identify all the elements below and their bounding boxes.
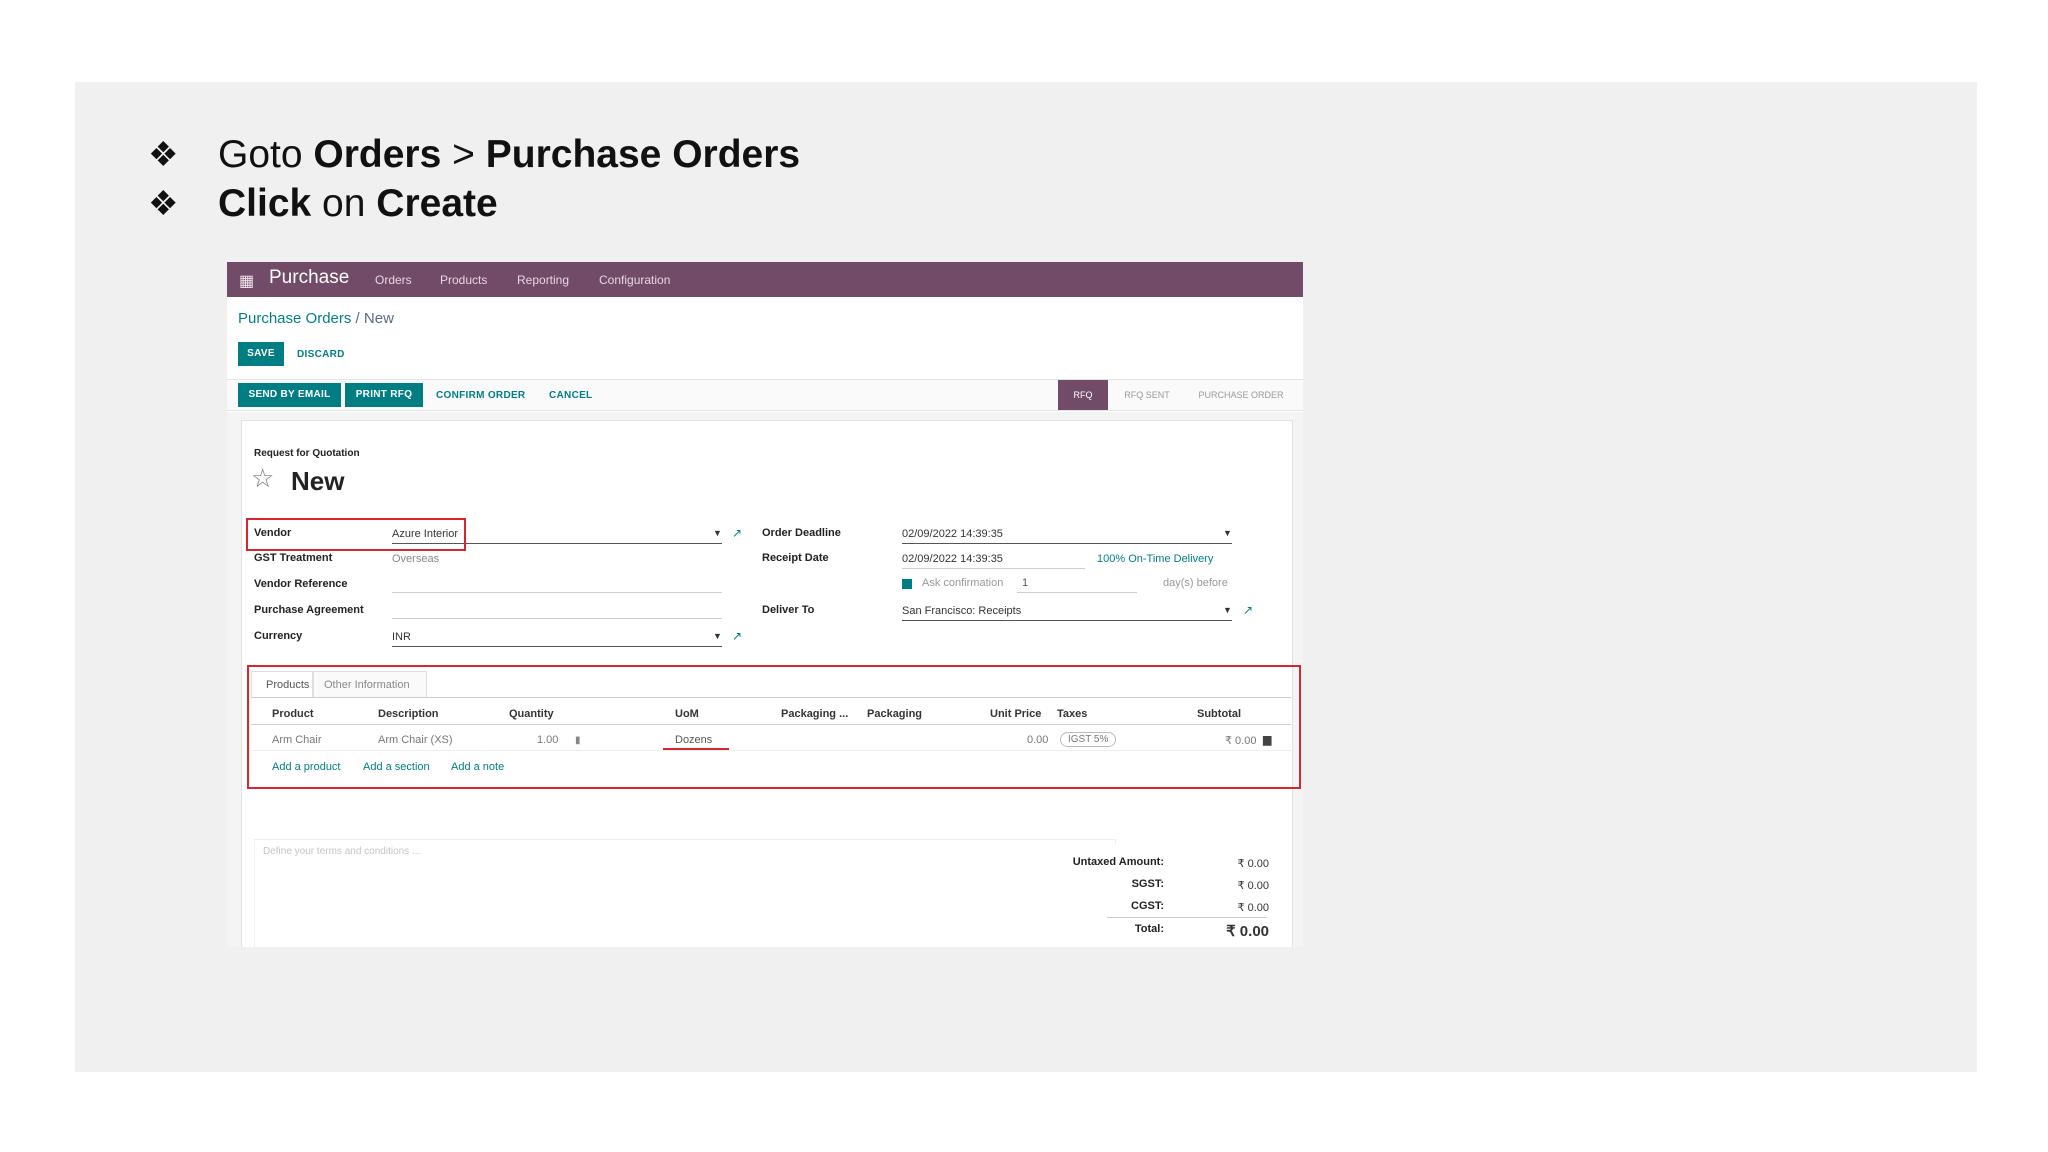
discard-button[interactable]: DISCARD xyxy=(297,349,345,360)
cgst-value: ₹ 0.00 xyxy=(1237,902,1269,914)
diamond-bullet-icon: ❖ xyxy=(148,135,179,174)
order-deadline-label: Order Deadline xyxy=(762,527,841,539)
menu-orders[interactable]: Orders xyxy=(375,273,412,287)
ask-confirmation-days[interactable]: 1 xyxy=(1022,577,1028,589)
receipt-date-underline xyxy=(902,568,1085,569)
breadcrumb-separator: / xyxy=(351,310,364,327)
receipt-date-field[interactable]: 02/09/2022 14:39:35 xyxy=(902,553,1003,565)
deliver-to-field[interactable]: San Francisco: Receipts xyxy=(902,605,1021,617)
save-button[interactable]: SAVE xyxy=(238,342,284,366)
currency-label: Currency xyxy=(254,630,303,642)
instruction-keyword: Click xyxy=(218,181,312,225)
ask-confirmation-label: Ask confirmation xyxy=(922,577,1004,589)
instruction-1: ❖ Goto Orders > Purchase Orders xyxy=(148,130,800,179)
purchase-agreement-field[interactable] xyxy=(392,618,722,619)
currency-dropdown-icon[interactable]: ▼ xyxy=(713,631,722,641)
print-rfq-button[interactable]: PRINT RFQ xyxy=(345,383,423,407)
instruction-keyword: Orders xyxy=(313,132,442,176)
status-bar: SEND BY EMAIL PRINT RFQ CONFIRM ORDER CA… xyxy=(227,379,1303,411)
menu-products[interactable]: Products xyxy=(440,273,487,287)
cancel-button[interactable]: CANCEL xyxy=(549,390,592,401)
diamond-bullet-icon: ❖ xyxy=(148,184,179,223)
untaxed-amount-label: Untaxed Amount: xyxy=(1072,856,1164,868)
untaxed-amount-value: ₹ 0.00 xyxy=(1237,858,1269,870)
breadcrumb: Purchase Orders / New xyxy=(238,310,394,327)
instruction-keyword: Purchase Orders xyxy=(485,132,801,176)
terms-textarea[interactable]: Define your terms and conditions ... xyxy=(254,839,1116,947)
on-time-delivery-badge[interactable]: 100% On-Time Delivery xyxy=(1097,553,1213,565)
record-title: New xyxy=(291,466,345,496)
order-deadline-underline xyxy=(902,543,1232,544)
top-navbar: ▦ Purchase Orders Products Reporting Con… xyxy=(227,262,1303,297)
currency-field[interactable]: INR xyxy=(392,631,411,643)
order-deadline-field[interactable]: 02/09/2022 14:39:35 xyxy=(902,528,1003,540)
form-subtitle: Request for Quotation xyxy=(254,448,360,459)
vendor-external-link-icon[interactable]: ↗ xyxy=(732,526,742,540)
total-label: Total: xyxy=(1134,923,1164,935)
deliver-to-external-link-icon[interactable]: ↗ xyxy=(1243,603,1253,617)
odoo-screenshot: ▦ Purchase Orders Products Reporting Con… xyxy=(227,262,1303,947)
vendor-highlight-box xyxy=(246,518,466,551)
total-value: ₹ 0.00 xyxy=(1226,923,1269,940)
sgst-label: SGST: xyxy=(1131,878,1164,890)
breadcrumb-parent[interactable]: Purchase Orders xyxy=(238,310,351,327)
menu-reporting[interactable]: Reporting xyxy=(517,273,569,287)
currency-underline xyxy=(392,646,722,647)
stage-rfq-sent[interactable]: RFQ SENT xyxy=(1112,380,1182,410)
vendor-reference-field[interactable] xyxy=(392,592,722,593)
ask-confirmation-checkbox[interactable] xyxy=(902,579,912,589)
days-before-label: day(s) before xyxy=(1163,577,1228,589)
totals-divider xyxy=(1107,917,1267,918)
apps-grid-icon[interactable]: ▦ xyxy=(239,271,254,291)
order-lines-highlight-box xyxy=(247,665,1301,789)
sgst-value: ₹ 0.00 xyxy=(1237,880,1269,892)
receipt-date-label: Receipt Date xyxy=(762,552,829,564)
breadcrumb-current: New xyxy=(363,310,394,327)
instruction-keyword: Create xyxy=(376,181,498,225)
currency-external-link-icon[interactable]: ↗ xyxy=(732,629,742,643)
instruction-text: on xyxy=(311,181,377,225)
confirm-order-button[interactable]: CONFIRM ORDER xyxy=(436,390,525,401)
menu-configuration[interactable]: Configuration xyxy=(599,273,670,287)
vendor-reference-label: Vendor Reference xyxy=(254,578,348,590)
deliver-to-label: Deliver To xyxy=(762,604,815,616)
favorite-star-icon[interactable]: ☆ xyxy=(251,463,274,494)
deliver-to-dropdown-icon[interactable]: ▼ xyxy=(1223,605,1232,615)
vendor-dropdown-icon[interactable]: ▼ xyxy=(713,528,722,538)
ask-days-underline xyxy=(1017,592,1137,593)
order-deadline-dropdown-icon[interactable]: ▼ xyxy=(1223,528,1232,538)
instruction-list: ❖ Goto Orders > Purchase Orders ❖ Click … xyxy=(148,130,800,228)
gst-treatment-field[interactable]: Overseas xyxy=(392,553,439,565)
stage-purchase-order[interactable]: PURCHASE ORDER xyxy=(1187,380,1295,410)
instruction-text: > xyxy=(441,132,486,176)
app-name[interactable]: Purchase xyxy=(269,267,349,289)
instruction-2: ❖ Click on Create xyxy=(148,179,800,228)
purchase-agreement-label: Purchase Agreement xyxy=(254,604,364,616)
terms-placeholder: Define your terms and conditions ... xyxy=(263,846,421,857)
stage-rfq[interactable]: RFQ xyxy=(1058,380,1108,410)
instruction-text: Goto xyxy=(218,132,303,176)
gst-treatment-label: GST Treatment xyxy=(254,552,333,564)
send-by-email-button[interactable]: SEND BY EMAIL xyxy=(238,383,341,407)
deliver-to-underline xyxy=(902,620,1232,621)
cgst-label: CGST: xyxy=(1131,900,1164,912)
